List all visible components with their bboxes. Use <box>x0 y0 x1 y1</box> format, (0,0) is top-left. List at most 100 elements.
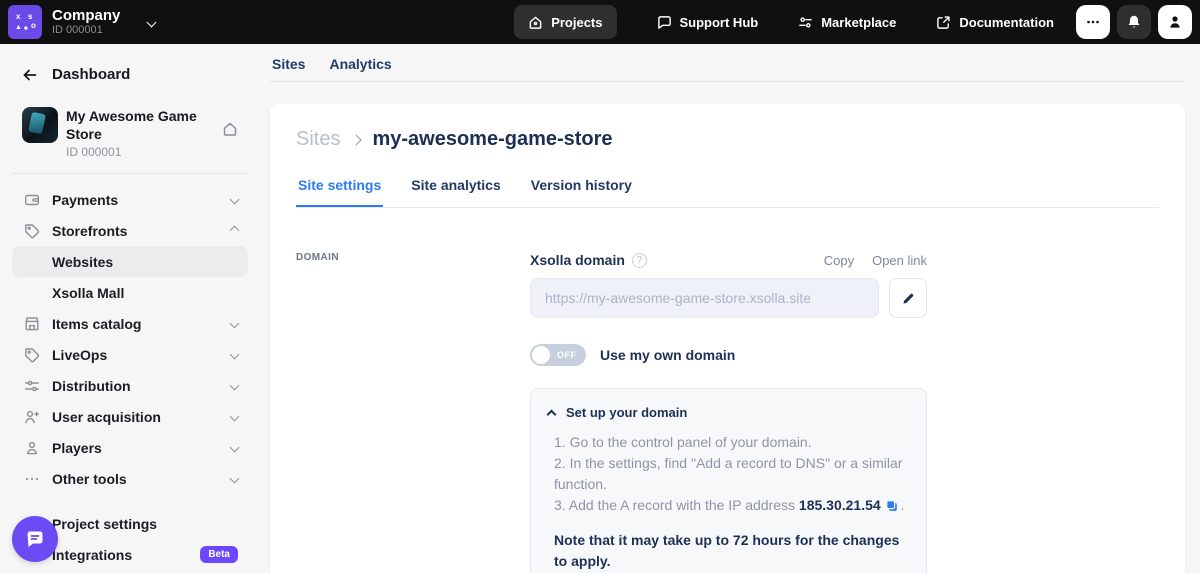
sidebar-item-label: Integrations <box>52 547 132 563</box>
pencil-icon <box>901 291 916 306</box>
home-icon <box>528 15 543 30</box>
sidebar-item-distribution[interactable]: Distribution <box>12 370 248 401</box>
nav-documentation[interactable]: Documentation <box>936 5 1054 39</box>
setup-panel-header[interactable]: Set up your domain <box>548 405 909 420</box>
open-link[interactable]: Open link <box>872 253 927 268</box>
nav-support-hub-label: Support Hub <box>680 15 759 30</box>
nav-support-hub[interactable]: Support Hub <box>657 5 759 39</box>
chevron-down-icon <box>230 319 240 329</box>
copy-link[interactable]: Copy <box>824 253 854 268</box>
edit-domain-button[interactable] <box>889 278 927 318</box>
ellipsis-icon <box>24 471 40 487</box>
tag-icon <box>24 223 40 239</box>
sidebar-item-label: Project settings <box>52 516 157 532</box>
chevron-down-icon <box>230 443 240 453</box>
arrow-left-icon <box>22 67 38 83</box>
sidebar-item-payments[interactable]: Payments <box>12 184 248 215</box>
sidebar-item-liveops[interactable]: LiveOps <box>12 339 248 370</box>
setup-panel-title: Set up your domain <box>566 405 687 420</box>
chat-widget-button[interactable] <box>12 516 58 562</box>
ip-address: 185.30.21.54 <box>799 497 881 513</box>
sidebar-item-label: Xsolla Mall <box>52 285 124 301</box>
sidebar-item-label: Payments <box>52 192 118 208</box>
account-button[interactable] <box>1158 5 1192 39</box>
toggle-knob <box>532 346 550 364</box>
sidebar-item-other-tools[interactable]: Other tools <box>12 463 248 494</box>
xsolla-domain-input[interactable] <box>530 278 879 318</box>
sidebar-item-websites[interactable]: Websites <box>12 246 248 277</box>
xsolla-logo-icon[interactable]: xs ▲■o <box>8 5 42 39</box>
user-plus-icon <box>24 409 40 425</box>
chevron-down-icon <box>230 350 240 360</box>
sidebar-item-label: Items catalog <box>52 316 141 332</box>
user-icon <box>24 440 40 456</box>
setup-steps: 1. Go to the control panel of your domai… <box>548 432 909 516</box>
nav-projects-label: Projects <box>551 15 602 30</box>
chevron-right-icon <box>351 134 362 145</box>
chevron-up-icon <box>547 409 557 419</box>
user-icon <box>1167 14 1183 30</box>
divider <box>270 81 1185 82</box>
more-options-button[interactable] <box>1076 5 1110 39</box>
domain-section-label: DOMAIN <box>296 252 530 263</box>
setup-note: Note that it may take up to 72 hours for… <box>548 530 909 572</box>
sidebar-nav: Payments Storefronts Websites Xsolla Mal… <box>12 184 248 573</box>
nav-marketplace[interactable]: Marketplace <box>798 5 896 39</box>
tab-analytics[interactable]: Analytics <box>329 56 391 81</box>
chevron-down-icon <box>230 381 240 391</box>
tag-icon <box>24 347 40 363</box>
sidebar-item-items-catalog[interactable]: Items catalog <box>12 308 248 339</box>
bell-icon <box>1126 14 1142 30</box>
main-tabs: Sites Analytics <box>270 44 1185 81</box>
sidebar-item-label: Storefronts <box>52 223 127 239</box>
top-nav: Projects Support Hub Marketplace Documen… <box>514 5 1054 39</box>
setup-domain-panel: Set up your domain 1. Go to the control … <box>530 388 927 573</box>
sidebar-item-storefronts[interactable]: Storefronts <box>12 215 248 246</box>
tab-site-analytics[interactable]: Site analytics <box>409 177 503 207</box>
divider <box>12 173 248 174</box>
setup-step-2: 2. In the settings, find "Add a record t… <box>554 453 909 495</box>
shop-icon <box>24 316 40 332</box>
sidebar-item-label: Websites <box>52 254 113 270</box>
own-domain-label: Use my own domain <box>600 347 735 363</box>
sliders-icon <box>798 15 813 30</box>
back-to-dashboard[interactable]: Dashboard <box>12 58 248 91</box>
copy-ip-icon[interactable] <box>885 499 899 513</box>
tab-version-history[interactable]: Version history <box>529 177 634 207</box>
setup-step-3: 3. Add the A record with the IP address … <box>554 495 909 516</box>
chevron-down-icon[interactable] <box>147 17 157 27</box>
chat-bubble-icon <box>24 528 46 550</box>
nav-marketplace-label: Marketplace <box>821 15 896 30</box>
sidebar-item-user-acquisition[interactable]: User acquisition <box>12 401 248 432</box>
nav-spacer <box>12 494 248 508</box>
project-name: My Awesome Game Store <box>66 107 222 143</box>
project-avatar <box>22 107 58 143</box>
company-switcher[interactable]: Company ID 000001 <box>52 7 120 37</box>
tab-sites[interactable]: Sites <box>272 56 305 81</box>
own-domain-toggle[interactable]: OFF <box>530 344 586 366</box>
site-tabs: Site settings Site analytics Version his… <box>296 177 1159 208</box>
company-id: ID 000001 <box>52 24 120 37</box>
setup-step-1: 1. Go to the control panel of your domai… <box>554 432 909 453</box>
external-link-icon <box>936 15 951 30</box>
notifications-button[interactable] <box>1117 5 1151 39</box>
breadcrumb-sites[interactable]: Sites <box>296 128 340 151</box>
toggle-state-label: OFF <box>557 350 577 360</box>
project-header[interactable]: My Awesome Game Store ID 000001 <box>22 107 238 159</box>
help-tooltip-icon[interactable]: ? <box>632 253 647 268</box>
nav-documentation-label: Documentation <box>959 15 1054 30</box>
back-label: Dashboard <box>52 66 130 83</box>
chevron-down-icon <box>230 412 240 422</box>
home-icon[interactable] <box>222 121 238 159</box>
chevron-down-icon <box>230 474 240 484</box>
chevron-down-icon <box>230 195 240 205</box>
main-area: Sites Analytics Sites my-awesome-game-st… <box>260 44 1200 573</box>
nav-projects[interactable]: Projects <box>514 5 616 39</box>
ellipsis-icon <box>1085 14 1101 30</box>
sidebar-item-xsolla-mall[interactable]: Xsolla Mall <box>12 277 248 308</box>
sidebar-item-players[interactable]: Players <box>12 432 248 463</box>
site-settings-card: Sites my-awesome-game-store Site setting… <box>270 104 1185 573</box>
breadcrumb-current: my-awesome-game-store <box>372 128 612 151</box>
tab-site-settings[interactable]: Site settings <box>296 177 383 207</box>
domain-section: DOMAIN Xsolla domain ? Copy Open link <box>296 252 1159 573</box>
